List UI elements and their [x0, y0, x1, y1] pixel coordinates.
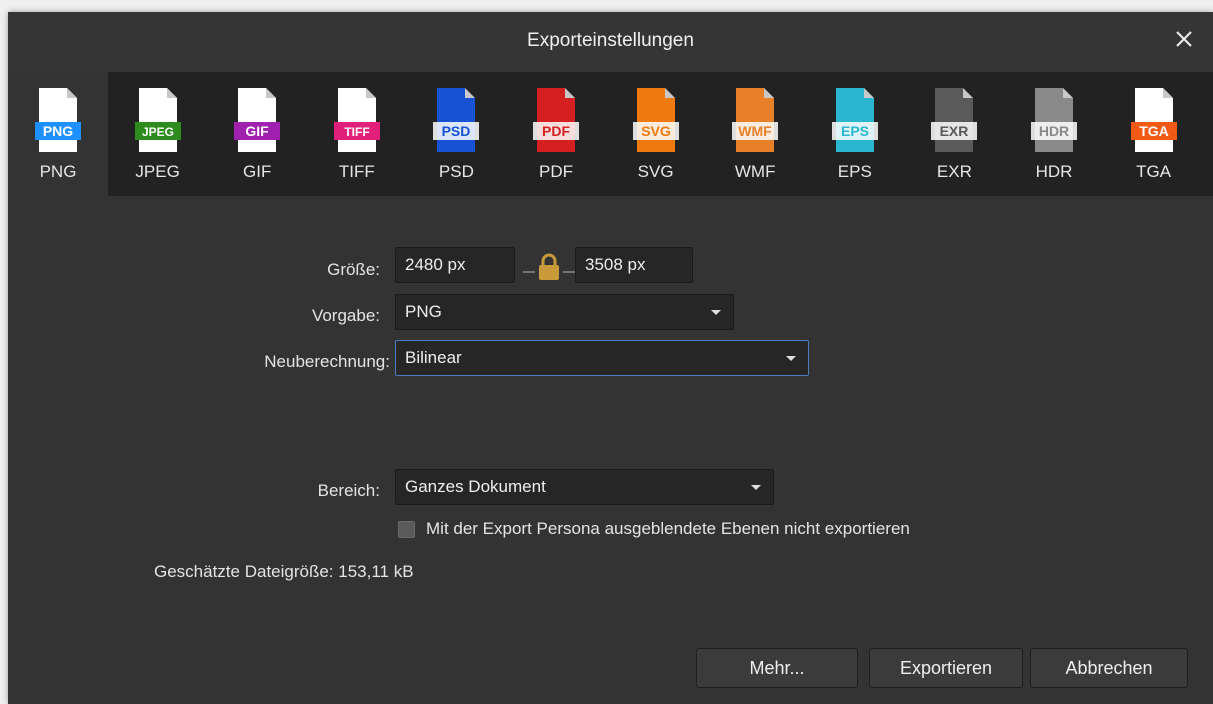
format-label: WMF [734, 162, 776, 181]
preset-dropdown[interactable]: PNG [395, 294, 734, 330]
dialog-title: Exporteinstellungen [527, 30, 694, 51]
preset-label: Vorgabe: [311, 306, 380, 325]
format-label: EXR [936, 162, 972, 181]
gif-badge-text: GIF [246, 123, 270, 139]
format-label: EPS [837, 162, 872, 181]
title-bar: Exporteinstellungen [8, 12, 1213, 72]
jpeg-badge-text: JPEG [142, 125, 174, 139]
hidden-layers-label: Mit der Export Persona ausgeblendete Ebe… [426, 519, 910, 538]
wmf-file-icon: WMF [732, 88, 779, 152]
chevron-down-icon [711, 310, 721, 315]
lock-aspect-icon[interactable] [523, 252, 575, 282]
svg-badge-text: SVG [641, 123, 671, 139]
resample-dropdown[interactable]: Bilinear [395, 340, 809, 376]
format-label: GIF [243, 162, 272, 181]
cancel-button[interactable]: Abbrechen [1030, 648, 1188, 688]
format-label: TIFF [338, 162, 375, 181]
export-button[interactable]: Exportieren [869, 648, 1023, 688]
tiff-badge-text: TIFF [344, 125, 369, 139]
psd-badge-text: PSD [442, 123, 471, 139]
size-label: Größe: [327, 260, 380, 279]
estimated-filesize: Geschätzte Dateigröße: 153,11 kB [154, 562, 414, 581]
pdf-badge-text: PDF [542, 123, 570, 139]
png-badge-text: PNG [43, 123, 73, 139]
format-label: TGA [1136, 162, 1172, 181]
pdf-file-icon: PDF [533, 88, 579, 152]
eps-file-icon: EPS [831, 88, 878, 152]
format-hdr[interactable]: HDR HDR [1004, 72, 1104, 196]
close-icon [1176, 31, 1192, 47]
width-field[interactable]: 2480 px [395, 247, 515, 283]
format-label: HDR [1035, 162, 1073, 181]
format-label: SVG [637, 162, 674, 181]
format-jpeg[interactable]: JPEG JPEG [108, 72, 208, 196]
tga-file-icon: TGA [1130, 88, 1177, 152]
format-psd[interactable]: PSD PSD [406, 72, 506, 196]
hdr-badge-text: HDR [1039, 123, 1069, 139]
hdr-file-icon: HDR [1031, 88, 1077, 152]
gif-file-icon: GIF [234, 88, 281, 152]
preset-value: PNG [405, 302, 442, 321]
format-gif[interactable]: GIF GIF [207, 72, 307, 196]
hidden-layers-checkbox[interactable] [398, 521, 415, 538]
png-file-icon: PNG [35, 88, 81, 152]
exr-badge-text: EXR [940, 123, 969, 139]
resample-value: Bilinear [405, 348, 462, 367]
format-label: PNG [39, 162, 77, 181]
chevron-down-icon [751, 485, 761, 490]
tiff-file-icon: TIFF [333, 88, 380, 152]
format-wmf[interactable]: WMF WMF [705, 72, 805, 196]
area-value: Ganzes Dokument [405, 477, 546, 496]
exr-file-icon: EXR [931, 88, 978, 152]
area-dropdown[interactable]: Ganzes Dokument [395, 469, 774, 505]
wmf-badge-text: WMF [738, 123, 772, 139]
height-field[interactable]: 3508 px [575, 247, 693, 283]
format-svg[interactable]: SVG SVG [606, 72, 706, 196]
area-label: Bereich: [317, 481, 380, 500]
format-label: PDF [539, 162, 573, 181]
svg-file-icon: SVG [632, 88, 679, 152]
chevron-down-icon [786, 356, 796, 361]
format-png[interactable]: PNG PNG [8, 72, 108, 196]
format-eps[interactable]: EPS EPS [805, 72, 905, 196]
resample-label: Neuberechnung: [264, 352, 390, 371]
format-tiff[interactable]: TIFF TIFF [307, 72, 407, 196]
psd-file-icon: PSD [433, 88, 480, 152]
close-button[interactable] [1171, 26, 1197, 52]
format-exr[interactable]: EXR EXR [904, 72, 1004, 196]
jpeg-file-icon: JPEG [134, 88, 181, 152]
format-label: PSD [438, 162, 474, 181]
format-pdf[interactable]: PDF PDF [506, 72, 606, 196]
format-label: JPEG [135, 162, 180, 181]
format-tga[interactable]: TGA TGA [1104, 72, 1204, 196]
format-selector: PNG PNG JPEG JPEG GIF GIF TIFF TIFF PSD PSD PDF PDF… [8, 72, 1213, 196]
export-settings-dialog: Exporteinstellungen PNG PNG JPEG JPEG GIF GIF… [8, 12, 1213, 704]
eps-badge-text: EPS [841, 123, 869, 139]
more-button[interactable]: Mehr... [696, 648, 858, 688]
tga-badge-text: TGA [1139, 123, 1169, 139]
